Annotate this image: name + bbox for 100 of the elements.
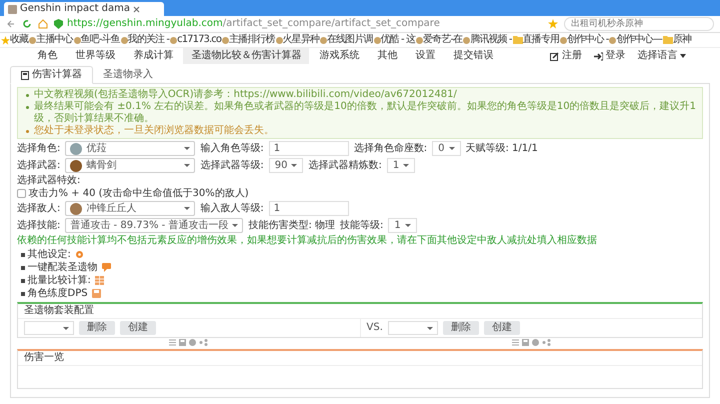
bookmark-link[interactable]: 优酷 - 这 — [380, 34, 416, 46]
select-field[interactable]: 1 — [386, 158, 416, 173]
action-button[interactable]: 删除 — [79, 321, 115, 335]
site-icon — [8, 4, 17, 14]
site-icon — [120, 36, 128, 44]
site-icon — [320, 36, 328, 44]
login-icon — [594, 52, 603, 60]
back-icon[interactable] — [6, 19, 16, 29]
bookmark-link[interactable]: 主播排行榜 — [229, 34, 275, 46]
bookmark-link[interactable]: 爱奇艺-在 — [423, 34, 462, 46]
select-field[interactable] — [24, 321, 74, 335]
select-field[interactable]: 1 — [388, 218, 417, 233]
nav-link[interactable]: 登录 — [605, 50, 626, 62]
language-dropdown[interactable]: 选择语言 — [637, 50, 678, 62]
bookmark-link[interactable]: 腾讯视频 - — [470, 34, 512, 46]
star-icon[interactable] — [548, 19, 558, 29]
select-field[interactable] — [388, 321, 438, 335]
bookmark-link[interactable]: 创作中心— — [616, 34, 662, 46]
folder-icon — [512, 36, 523, 44]
address-bar[interactable]: https://genshin.mingyulab.com/artifact_set_compare/artifact_set_compare — [54, 18, 542, 30]
bookmark-link[interactable]: 鱼吧-斗鱼 — [80, 34, 120, 46]
notice-text: 中文教程视频(包括圣遗物导入OCR)请参考： — [34, 89, 234, 100]
expandable-item[interactable]: 角色练度DPS — [28, 287, 88, 300]
nav-link[interactable]: 注册 — [562, 50, 582, 62]
tab[interactable]: 伤害计算器 — [10, 66, 93, 84]
input-field[interactable]: 1 — [268, 201, 349, 216]
tab[interactable]: 圣遗物录入 — [93, 66, 163, 83]
field-label: 选择武器等级: — [200, 160, 264, 171]
checkbox[interactable] — [17, 189, 26, 198]
search-field[interactable]: 出租司机秒杀原神 — [564, 17, 714, 31]
bookmark-link[interactable]: c17173.co — [177, 34, 222, 46]
field-label: 选择角色: — [17, 143, 60, 154]
share-icon[interactable] — [542, 339, 551, 346]
bullet-icon — [21, 292, 25, 296]
field-label: 选择角色命座数: — [354, 143, 428, 154]
bullet-icon — [26, 106, 29, 109]
panel-title: 伤害一览 — [18, 351, 702, 366]
action-button[interactable]: 创建 — [120, 321, 156, 335]
select-field[interactable]: 普通攻击 - 89.73% - 普通攻击一段 — [65, 218, 244, 233]
field-label: 天赋等级: 1/1/1 — [466, 143, 538, 154]
select-field[interactable]: 螭骨剑 — [65, 158, 196, 173]
url-text: https://genshin.mingyulab.com/artifact_set_compare/artifact_set_compare — [67, 18, 440, 30]
notice-text: 最终结果可能会有 ±0.1% 左右的误差。如果角色或者武器的等级是10的倍数，默认是作突破前。如果您的角色等级是10的倍数且是突破后，建议升1级，否则计算结果不准确。 — [34, 101, 696, 124]
bullet-icon — [21, 278, 25, 282]
notice-text: 您处于未登录状态，一旦关闭浏览器数据可能会丢失。 — [34, 125, 274, 136]
site-icon — [416, 36, 424, 44]
table-icon[interactable] — [95, 276, 104, 285]
select-field[interactable]: 优菈 — [65, 141, 196, 156]
share-icon[interactable] — [199, 339, 208, 346]
star-icon — [1, 36, 10, 44]
bookmark-link[interactable]: 我的关注 - — [128, 34, 170, 46]
bookmark-link[interactable]: 收藏 — [10, 34, 28, 46]
expandable-item[interactable]: 一键配装圣遗物 — [28, 261, 98, 274]
select-field[interactable]: 90 — [268, 158, 304, 173]
chat-icon[interactable] — [102, 263, 111, 272]
list-icon[interactable] — [512, 339, 519, 346]
close-icon[interactable] — [133, 6, 140, 12]
site-icon — [29, 36, 36, 44]
site-icon — [463, 36, 470, 44]
save-icon[interactable] — [92, 289, 102, 298]
home-icon[interactable] — [38, 19, 48, 29]
nav-link[interactable]: 圣遗物比较＆伤害计算器 — [183, 48, 310, 64]
bullet-icon — [21, 266, 25, 270]
save-icon[interactable] — [522, 339, 529, 346]
bookmark-link[interactable]: 创作中心 - — [567, 34, 608, 46]
bookmark-link[interactable]: 原神 — [672, 34, 692, 46]
caret-icon[interactable] — [680, 54, 686, 58]
bookmark-link[interactable]: 主播中心 — [36, 34, 73, 46]
bullet-icon — [26, 94, 29, 97]
field-label: 输入角色等级: — [200, 143, 264, 154]
list-icon[interactable] — [169, 339, 176, 346]
nav-link[interactable]: 养成计算 — [125, 48, 182, 64]
bookmark-link[interactable]: 火星异种 — [282, 34, 320, 46]
nav-link[interactable]: 提交错误 — [445, 48, 502, 64]
nav-link[interactable]: 角色 — [29, 48, 66, 64]
field-label: 技能等级: — [340, 220, 384, 231]
nav-link[interactable]: 游戏系统 — [311, 48, 368, 64]
action-button[interactable]: 创建 — [484, 321, 520, 335]
bookmark-link[interactable]: 在线图片调 — [327, 34, 373, 46]
folder-icon — [662, 36, 673, 44]
expandable-item[interactable]: 批量比较计算: — [28, 274, 91, 287]
save-icon[interactable] — [179, 339, 186, 346]
select-field[interactable]: 0 — [432, 141, 460, 156]
expandable-item[interactable]: 其他设定: — [28, 248, 71, 261]
field-label: 选择武器特效: — [17, 175, 80, 186]
nav-link[interactable]: 设置 — [407, 48, 444, 64]
select-field[interactable]: 冲锋丘丘人 — [65, 201, 196, 216]
input-field[interactable]: 1 — [268, 141, 349, 156]
browser-tab[interactable]: Genshin impact dama — [4, 2, 164, 16]
reload-icon[interactable] — [22, 19, 32, 29]
edit-icon — [550, 52, 560, 60]
bullet-icon — [21, 252, 25, 256]
field-label: 输入敌人等级: — [200, 203, 264, 214]
action-button[interactable]: 删除 — [442, 321, 479, 335]
site-icon — [609, 36, 616, 44]
nav-link[interactable]: 世界等级 — [67, 48, 124, 64]
calculator-icon — [21, 70, 29, 80]
nav-link[interactable]: 其他 — [369, 48, 406, 64]
site-icon — [560, 36, 568, 44]
shield-icon — [54, 19, 63, 29]
